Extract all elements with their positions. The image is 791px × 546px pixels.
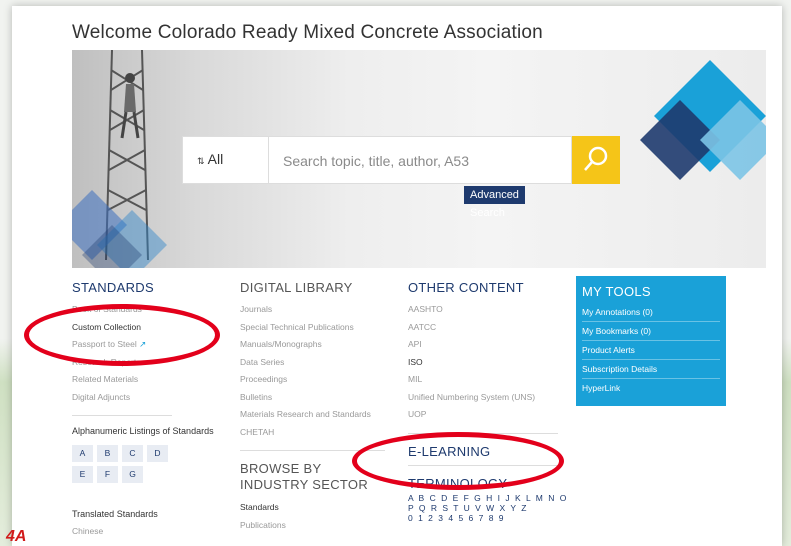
alpha-letter-f[interactable]: F bbox=[97, 466, 118, 483]
search-icon bbox=[584, 146, 608, 171]
tools-link-product-alerts[interactable]: Product Alerts bbox=[582, 341, 720, 360]
search-box: ⇅ All bbox=[182, 136, 572, 185]
standards-link-research-reports[interactable]: Research Reports bbox=[72, 354, 214, 372]
hero-banner: ⇅ All Advanced Search bbox=[72, 50, 766, 268]
search-button[interactable] bbox=[572, 136, 620, 184]
astm-compass-page: Welcome Colorado Ready Mixed Concrete As… bbox=[12, 6, 782, 546]
search-scope-dropdown[interactable]: ⇅ All bbox=[183, 137, 269, 183]
library-link-mrs[interactable]: Materials Research and Standards bbox=[240, 406, 390, 424]
alpha-letter-e[interactable]: E bbox=[72, 466, 93, 483]
search-input[interactable] bbox=[281, 137, 570, 185]
hero-right-diamonds bbox=[640, 60, 766, 180]
divider bbox=[240, 450, 385, 451]
alpha-letter-c[interactable]: C bbox=[122, 445, 143, 462]
alpha-letter-grid: A B C D E F G bbox=[72, 445, 177, 483]
other-link-api[interactable]: API bbox=[408, 336, 568, 354]
my-tools-title: MY TOOLS bbox=[582, 284, 651, 299]
terminology-digits-row[interactable]: 0 1 2 3 4 5 6 7 8 9 bbox=[408, 513, 568, 523]
alpha-letter-a[interactable]: A bbox=[72, 445, 93, 462]
standards-link-custom-collection[interactable]: Custom Collection bbox=[72, 319, 214, 337]
advanced-search-link[interactable]: Advanced Search bbox=[464, 186, 525, 219]
other-link-uop[interactable]: UOP bbox=[408, 406, 568, 424]
my-tools-panel: MY TOOLS My Annotations (0) My Bookmarks… bbox=[576, 276, 726, 406]
translated-link-chinese[interactable]: Chinese bbox=[72, 523, 214, 541]
standards-link-passport-to-steel[interactable]: Passport to Steel ↗ bbox=[72, 336, 214, 354]
sort-arrows-icon: ⇅ bbox=[197, 156, 205, 166]
tools-link-hyperlink[interactable]: HyperLink bbox=[582, 379, 720, 397]
search-scope-label: All bbox=[207, 151, 224, 167]
other-link-mil[interactable]: MIL bbox=[408, 371, 568, 389]
other-content-title: OTHER CONTENT bbox=[408, 280, 524, 295]
other-link-iso[interactable]: ISO bbox=[408, 354, 568, 372]
browse-industry-title: BROWSE BY INDUSTRY SECTOR bbox=[240, 461, 369, 492]
other-link-uns[interactable]: Unified Numbering System (UNS) bbox=[408, 389, 568, 407]
divider bbox=[408, 432, 558, 434]
terminology-title: TERMINOLOGY bbox=[408, 475, 508, 491]
library-link-chetah[interactable]: CHETAH bbox=[240, 424, 390, 442]
standards-link-related-materials[interactable]: Related Materials bbox=[72, 371, 214, 389]
library-link-data-series[interactable]: Data Series bbox=[240, 354, 390, 372]
library-link-stp[interactable]: Special Technical Publications bbox=[240, 319, 390, 337]
library-link-journals[interactable]: Journals bbox=[240, 301, 390, 319]
library-link-bulletins[interactable]: Bulletins bbox=[240, 389, 390, 407]
slide-label: 4A bbox=[6, 528, 27, 545]
welcome-heading: Welcome Colorado Ready Mixed Concrete As… bbox=[72, 22, 543, 43]
industry-link-publications[interactable]: Publications bbox=[240, 517, 390, 535]
other-link-aatcc[interactable]: AATCC bbox=[408, 319, 568, 337]
alpha-letter-g[interactable]: G bbox=[122, 466, 143, 483]
library-link-proceedings[interactable]: Proceedings bbox=[240, 371, 390, 389]
alpha-letter-b[interactable]: B bbox=[97, 445, 118, 462]
terminology-letters-row-1[interactable]: A B C D E F G H I J K L M N O bbox=[408, 493, 568, 503]
standards-title: STANDARDS bbox=[72, 280, 154, 295]
external-link-icon: ↗ bbox=[139, 339, 147, 349]
elearning-title[interactable]: E-LEARNING bbox=[408, 444, 568, 459]
alpha-listing-label: Alphanumeric Listings of Standards bbox=[72, 426, 214, 436]
digital-library-column: DIGITAL LIBRARY Journals Special Technic… bbox=[240, 280, 390, 534]
standards-link-book[interactable]: Book of Standards bbox=[72, 301, 214, 319]
other-link-aashto[interactable]: AASHTO bbox=[408, 301, 568, 319]
divider bbox=[408, 464, 558, 466]
translated-standards-label: Translated Standards bbox=[72, 509, 158, 519]
library-link-manuals[interactable]: Manuals/Monographs bbox=[240, 336, 390, 354]
tools-link-bookmarks[interactable]: My Bookmarks (0) bbox=[582, 322, 720, 341]
other-content-column: OTHER CONTENT AASHTO AATCC API ISO MIL U… bbox=[408, 280, 568, 523]
tools-link-subscription[interactable]: Subscription Details bbox=[582, 360, 720, 379]
hero-left-diamonds bbox=[72, 190, 167, 268]
standards-column: STANDARDS Book of Standards Custom Colle… bbox=[72, 280, 214, 541]
alpha-letter-d[interactable]: D bbox=[147, 445, 168, 462]
digital-library-title: DIGITAL LIBRARY bbox=[240, 280, 353, 295]
terminology-letters-row-2[interactable]: P Q R S T U V W X Y Z bbox=[408, 503, 568, 513]
standards-link-digital-adjuncts[interactable]: Digital Adjuncts bbox=[72, 389, 214, 407]
industry-link-standards[interactable]: Standards bbox=[240, 499, 390, 517]
tools-link-annotations[interactable]: My Annotations (0) bbox=[582, 303, 720, 322]
divider bbox=[72, 415, 172, 416]
